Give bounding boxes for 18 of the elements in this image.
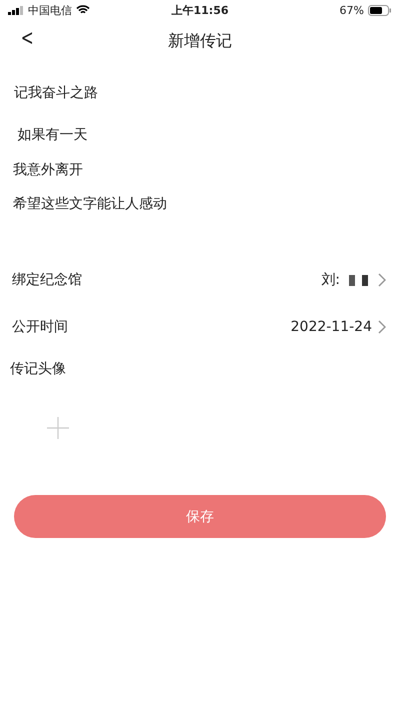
page-title: 新增传记 <box>168 30 232 52</box>
wifi-icon <box>76 5 90 15</box>
content-field[interactable]: 如果有一天 我意外离开 希望这些文字能让人感动 <box>13 126 386 256</box>
chevron-right-icon <box>378 320 386 334</box>
row-label: 公开时间 <box>12 318 68 336</box>
signal-icon <box>8 6 24 14</box>
status-time: 上午11:56 <box>171 2 228 18</box>
row-value[interactable]: 刘: <box>321 270 386 288</box>
battery-icon <box>368 4 392 16</box>
battery-percent: 67% <box>340 4 364 16</box>
title-field[interactable]: 记我奋斗之路 <box>14 84 386 102</box>
avatar-label: 传记头像 <box>10 360 67 379</box>
add-image-icon[interactable] <box>46 416 70 440</box>
back-button[interactable]: < <box>16 26 38 51</box>
row-label: 绑定纪念馆 <box>12 270 82 288</box>
row-value[interactable]: 2022-11-24 <box>290 318 386 334</box>
chevron-right-icon <box>378 272 386 286</box>
carrier-name: 中国电信 <box>28 2 72 18</box>
